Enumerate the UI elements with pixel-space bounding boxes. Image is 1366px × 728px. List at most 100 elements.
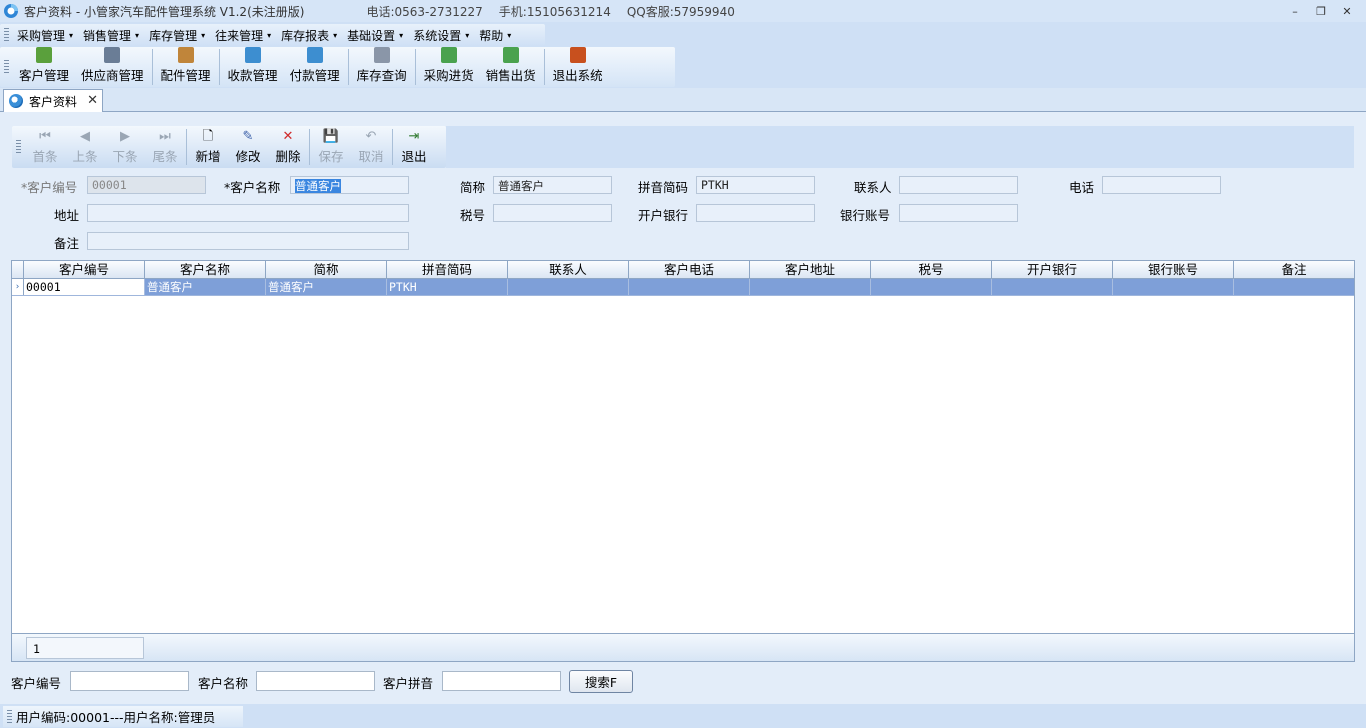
minimize-button[interactable]: –	[1282, 2, 1308, 20]
column-header[interactable]: 开户银行	[992, 261, 1113, 278]
menu-help[interactable]: 帮助 ▾	[475, 25, 517, 45]
column-header[interactable]: 客户地址	[750, 261, 871, 278]
record-count-field[interactable]: 1	[26, 637, 144, 659]
customer-name-label: *客户名称	[224, 180, 281, 195]
column-header[interactable]: 客户编号	[24, 261, 145, 278]
bank-account-label: 银行账号	[840, 208, 891, 223]
toolbar-label: 收款管理	[227, 68, 278, 83]
column-header[interactable]: 联系人	[508, 261, 629, 278]
parts-management-button[interactable]: 配件管理	[155, 47, 217, 87]
search-name-input[interactable]	[256, 671, 375, 691]
bank-field[interactable]	[696, 204, 815, 222]
table-cell[interactable]: 普通客户	[145, 279, 266, 295]
sales-out-button[interactable]: 销售出货	[480, 47, 542, 87]
chevron-down-icon: ▾	[507, 30, 512, 40]
exit-system-button[interactable]: 退出系统	[547, 47, 609, 87]
tax-no-field[interactable]	[493, 204, 612, 222]
purchase-in-button[interactable]: 采购进货	[418, 47, 480, 87]
short-name-field[interactable]: 普通客户	[493, 176, 612, 194]
table-cell[interactable]	[871, 279, 992, 295]
grid-corner	[12, 261, 24, 278]
contact-field[interactable]	[899, 176, 1018, 194]
search-button[interactable]: 搜索F	[569, 670, 633, 693]
column-header[interactable]: 客户电话	[629, 261, 750, 278]
menu-label: 采购管理	[17, 28, 66, 43]
table-cell[interactable]	[629, 279, 750, 295]
receipt-management-button[interactable]: 收款管理	[222, 47, 284, 87]
exit-button[interactable]: ⇥ 退出	[394, 126, 434, 168]
last-record-button[interactable]: ⏭ 尾条	[145, 126, 185, 168]
menu-system-settings[interactable]: 系统设置 ▾	[409, 25, 475, 45]
close-window-button[interactable]: ✕	[1334, 2, 1360, 20]
record-toolbar-grip[interactable]	[16, 140, 21, 154]
column-header[interactable]: 简称	[266, 261, 387, 278]
customer-management-button[interactable]: 客户管理	[13, 47, 75, 87]
supplier-management-button[interactable]: 供应商管理	[75, 47, 150, 87]
delete-button[interactable]: ✕ 删除	[268, 126, 308, 168]
table-cell[interactable]: 00001	[24, 279, 145, 295]
column-header[interactable]: 税号	[871, 261, 992, 278]
purchase-in-icon	[440, 47, 457, 63]
menu-reports[interactable]: 库存报表 ▾	[277, 25, 343, 45]
sales-out-icon	[502, 47, 519, 63]
bank-account-field[interactable]	[899, 204, 1018, 222]
chevron-down-icon: ▾	[201, 30, 206, 40]
statusbar-grip[interactable]	[7, 709, 12, 724]
table-cell[interactable]	[1113, 279, 1234, 295]
payment-management-button[interactable]: 付款管理	[284, 47, 346, 87]
save-label: 保存	[318, 149, 344, 164]
menubar-grip[interactable]	[4, 28, 9, 42]
column-header[interactable]: 备注	[1234, 261, 1354, 278]
edit-button[interactable]: ✎ 修改	[228, 126, 268, 168]
menu-bar: 采购管理 ▾ 销售管理 ▾ 库存管理 ▾ 往来管理 ▾ 库存报表 ▾ 基础设置 ▾ 系统设置…	[0, 24, 545, 46]
maximize-button[interactable]: ❐	[1308, 2, 1334, 20]
column-header[interactable]: 银行账号	[1113, 261, 1234, 278]
customer-code-field[interactable]: 00001	[87, 176, 206, 194]
close-icon[interactable]: ✕	[87, 93, 98, 108]
toolbar-label: 客户管理	[19, 68, 70, 83]
pinyin-field[interactable]: PTKH	[696, 176, 815, 194]
table-cell[interactable]	[992, 279, 1113, 295]
contact-phone: 电话:0563-2731227	[366, 4, 483, 19]
table-cell[interactable]: 普通客户	[266, 279, 387, 295]
content-area: ⏮ 首条 ◀ 上条 ▶ 下条 ⏭ 尾条 🗋 新增 ✎ 修改 ✕ 删除 💾 保存 …	[0, 112, 1366, 704]
toolbar-label: 供应商管理	[81, 68, 144, 83]
next-record-button[interactable]: ▶ 下条	[105, 126, 145, 168]
search-pinyin-input[interactable]	[442, 671, 561, 691]
toolbar-grip[interactable]	[4, 60, 9, 74]
table-row[interactable]: › 00001 普通客户 普通客户 PTKH	[12, 279, 1354, 296]
menu-sales[interactable]: 销售管理 ▾	[79, 25, 145, 45]
menu-inventory[interactable]: 库存管理 ▾	[145, 25, 211, 45]
remark-field[interactable]	[87, 232, 409, 250]
prev-record-button[interactable]: ◀ 上条	[65, 126, 105, 168]
table-cell[interactable]	[1234, 279, 1354, 295]
customer-name-value: 普通客户	[295, 179, 341, 193]
phone-field[interactable]	[1102, 176, 1221, 194]
grid-footer: 1	[11, 634, 1355, 662]
menu-label: 系统设置	[413, 28, 462, 43]
inventory-search-icon	[373, 47, 390, 63]
table-cell[interactable]	[508, 279, 629, 295]
menu-accounts[interactable]: 往来管理 ▾	[211, 25, 277, 45]
customer-name-field[interactable]: 普通客户	[290, 176, 409, 194]
cancel-button[interactable]: ↶ 取消	[351, 126, 391, 168]
inventory-search-button[interactable]: 库存查询	[351, 47, 413, 87]
exit-icon: ⇥	[408, 129, 420, 144]
column-header[interactable]: 客户名称	[145, 261, 266, 278]
search-code-input[interactable]	[70, 671, 189, 691]
menu-purchase[interactable]: 采购管理 ▾	[13, 25, 79, 45]
table-cell[interactable]: PTKH	[387, 279, 508, 295]
menu-basic-settings[interactable]: 基础设置 ▾	[343, 25, 409, 45]
add-button[interactable]: 🗋 新增	[188, 126, 228, 168]
search-pinyin-label: 客户拼音	[383, 676, 434, 691]
customer-icon	[36, 47, 52, 63]
save-button[interactable]: 💾 保存	[311, 126, 351, 168]
first-record-button[interactable]: ⏮ 首条	[25, 126, 65, 168]
grid-header: 客户编号 客户名称 简称 拼音简码 联系人 客户电话 客户地址 税号 开户银行 …	[12, 261, 1354, 279]
column-header[interactable]: 拼音简码	[387, 261, 508, 278]
exit-label: 退出	[401, 149, 427, 164]
search-name-label: 客户名称	[198, 676, 249, 691]
table-cell[interactable]	[750, 279, 871, 295]
address-field[interactable]	[87, 204, 409, 222]
tab-customer-info[interactable]: 客户资料 ✕	[3, 89, 103, 112]
